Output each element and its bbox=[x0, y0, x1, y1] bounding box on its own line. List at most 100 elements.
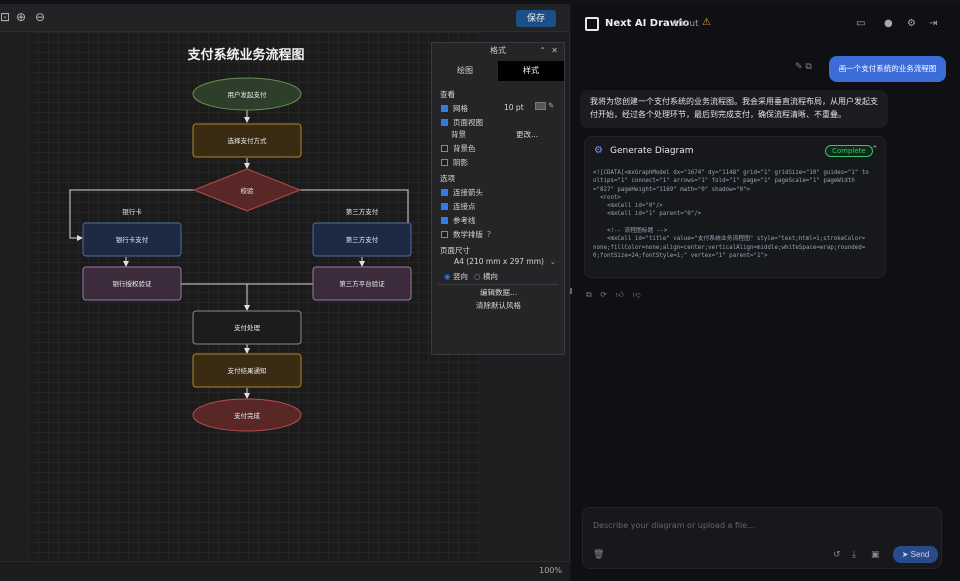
clear-default-style-button[interactable]: 清除默认风格 bbox=[476, 300, 521, 311]
node-third-auth-label: 第三方平台验证 bbox=[339, 279, 385, 288]
code-line: <mxCell id="1" parent="0"/> bbox=[593, 211, 702, 218]
copy-icon[interactable]: ⧉ bbox=[586, 290, 592, 299]
checkbox-math[interactable] bbox=[441, 231, 448, 238]
node-process[interactable]: 支付处理 bbox=[192, 310, 302, 345]
node-check[interactable]: 校验 bbox=[192, 168, 302, 212]
checkbox-guides[interactable] bbox=[441, 217, 448, 224]
node-process-label: 支付处理 bbox=[234, 323, 261, 332]
image-icon[interactable]: ▣ bbox=[871, 550, 880, 560]
download-icon[interactable]: ⤓ bbox=[852, 550, 856, 560]
node-third-party[interactable]: 第三方支付 bbox=[312, 222, 412, 257]
checkbox-grid[interactable] bbox=[441, 105, 448, 112]
tool-call-card: ⚙ Generate Diagram Complete ⌃ <![CDATA[<… bbox=[584, 136, 886, 278]
diagram-title[interactable]: 支付系统业务流程图 bbox=[186, 47, 304, 63]
node-done-label: 支付完成 bbox=[234, 411, 261, 420]
save-button[interactable]: 保存 bbox=[516, 10, 556, 27]
code-line: 0;fontSize=24;fontStyle=1;" vertex="1" p… bbox=[593, 252, 768, 259]
flowchart[interactable]: 支付系统业务流程图 银行卡 第三方支付 用户发起支付 选择支付方式 校验 银行卡… bbox=[28, 32, 480, 567]
code-line: <mxCell id="title" value="支付系统业务流程图" sty… bbox=[593, 236, 866, 243]
editor-status-bar: 100% bbox=[0, 561, 570, 581]
format-panel-header: 格式 ⌃ ✕ bbox=[432, 43, 564, 59]
connection-arrows-checkbox[interactable]: 连接箭头 bbox=[441, 187, 483, 198]
checkbox-page-view[interactable] bbox=[441, 119, 448, 126]
node-choose[interactable]: 选择支付方式 bbox=[192, 123, 302, 158]
about-link[interactable]: About bbox=[672, 19, 699, 29]
eyedropper-icon[interactable]: ✎ bbox=[548, 101, 554, 110]
checkbox-connection-arrows[interactable] bbox=[441, 189, 448, 196]
copy-icon[interactable]: ⧉ bbox=[805, 62, 811, 72]
trash-icon[interactable]: 🗑︎ bbox=[593, 550, 604, 560]
close-icon[interactable]: ✕ bbox=[551, 43, 558, 59]
tab-diagram[interactable]: 绘图 bbox=[432, 61, 498, 81]
checkbox-connection-points[interactable] bbox=[441, 203, 448, 210]
connection-points-checkbox[interactable]: 连接点 bbox=[441, 201, 476, 212]
gear-icon: ⚙ bbox=[594, 145, 603, 156]
code-line: <!-- 流程图标题 --> bbox=[593, 228, 668, 235]
code-block[interactable]: <![CDATA[<mxGraphModel dx="1674" dy="114… bbox=[593, 169, 877, 273]
tab-style[interactable]: 样式 bbox=[498, 61, 564, 81]
send-icon: ➤ bbox=[901, 550, 909, 559]
chat-input[interactable] bbox=[593, 518, 923, 532]
grid-color-swatch[interactable] bbox=[535, 102, 546, 110]
chevron-up-icon[interactable]: ⌃ bbox=[871, 145, 879, 155]
node-start[interactable]: 用户发起支付 bbox=[192, 77, 302, 111]
paper-size-select[interactable]: A4 (210 mm x 297 mm) ⌄ bbox=[454, 257, 556, 268]
node-notify[interactable]: 支付结果通知 bbox=[192, 353, 302, 388]
fit-icon[interactable]: ⊡ bbox=[0, 10, 12, 24]
node-bank-auth[interactable]: 银行授权验证 bbox=[82, 266, 182, 301]
node-bank-card[interactable]: 银行卡支付 bbox=[82, 222, 182, 257]
message-actions: ⧉ ⟳ 👍︎ 👎︎ bbox=[586, 290, 641, 300]
user-message-actions[interactable]: ✎ ⧉ bbox=[795, 62, 812, 72]
view-section-label: 查看 bbox=[440, 90, 455, 99]
send-button[interactable]: ➤ Send bbox=[893, 546, 938, 563]
portrait-radio[interactable]: ◉ 竖向 bbox=[444, 271, 468, 282]
zoom-out-icon[interactable]: ⊖ bbox=[33, 10, 47, 24]
chat-composer: 🗑︎ ↺ ⤓ ▣ ➤ Send bbox=[582, 507, 942, 569]
shadow-checkbox[interactable]: 阴影 bbox=[441, 157, 468, 168]
edge-label-bank: 银行卡 bbox=[122, 207, 142, 216]
assistant-message: 我将为您创建一个支付系统的业务流程图。我会采用垂直流程布局，从用户发起支付开始，… bbox=[580, 90, 888, 128]
feedback-icon[interactable]: ▭ bbox=[856, 18, 865, 29]
code-line: oltips="1" connect="1" arrows="1" fold="… bbox=[593, 178, 855, 185]
change-background-button[interactable]: 更改... bbox=[516, 129, 538, 140]
math-checkbox[interactable]: 数学排版? bbox=[441, 229, 491, 240]
node-third-auth[interactable]: 第三方平台验证 bbox=[312, 266, 412, 301]
grid-size-input[interactable]: 10 pt bbox=[504, 103, 524, 112]
page-view-checkbox[interactable]: 页面视图 bbox=[441, 117, 483, 128]
node-done[interactable]: 支付完成 bbox=[192, 398, 302, 432]
bg-color-label: 背景色 bbox=[453, 144, 476, 153]
node-check-label: 校验 bbox=[241, 186, 255, 195]
bg-color-checkbox[interactable]: 背景色 bbox=[441, 143, 476, 154]
checkbox-bg-color[interactable] bbox=[441, 145, 448, 152]
edit-icon[interactable]: ✎ bbox=[795, 62, 803, 72]
page-view-label: 页面视图 bbox=[453, 118, 483, 127]
github-icon[interactable]: ● bbox=[884, 18, 893, 29]
grid-label: 网格 bbox=[453, 104, 468, 113]
guides-checkbox[interactable]: 参考线 bbox=[441, 215, 476, 226]
thumbs-up-icon[interactable]: 👍︎ bbox=[616, 290, 624, 299]
regenerate-icon[interactable]: ⟳ bbox=[600, 290, 607, 299]
collapse-panel-icon[interactable]: ⇥ bbox=[929, 18, 937, 29]
landscape-radio[interactable]: ○ 横向 bbox=[474, 271, 498, 282]
checkbox-shadow[interactable] bbox=[441, 159, 448, 166]
tool-call-title: Generate Diagram bbox=[610, 146, 694, 156]
settings-icon[interactable]: ⚙ bbox=[907, 18, 916, 29]
grid-checkbox[interactable]: 网格 bbox=[441, 103, 468, 114]
help-icon[interactable]: ? bbox=[487, 230, 491, 239]
node-notify-label: 支付结果通知 bbox=[228, 366, 267, 375]
diagram-canvas[interactable]: 支付系统业务流程图 银行卡 第三方支付 用户发起支付 选择支付方式 校验 银行卡… bbox=[28, 32, 480, 567]
editor-toolbar: ⊡ ⊕ ⊖ 保存 bbox=[0, 4, 570, 32]
edge-label-third-party: 第三方支付 bbox=[346, 207, 379, 216]
warning-icon[interactable]: ⚠ bbox=[702, 17, 711, 28]
radio-selected-icon: ◉ bbox=[444, 272, 451, 281]
landscape-label: 横向 bbox=[482, 272, 498, 281]
zoom-in-icon[interactable]: ⊕ bbox=[14, 10, 28, 24]
history-icon[interactable]: ↺ bbox=[833, 550, 841, 560]
collapse-icon[interactable]: ⌃ bbox=[539, 43, 546, 59]
connection-points-label: 连接点 bbox=[453, 202, 476, 211]
shadow-label: 阴影 bbox=[453, 158, 468, 167]
edit-data-button[interactable]: 编辑数据... bbox=[480, 287, 517, 298]
zoom-level[interactable]: 100% bbox=[539, 566, 562, 575]
thumbs-down-icon[interactable]: 👎︎ bbox=[632, 290, 640, 299]
guides-label: 参考线 bbox=[453, 216, 476, 225]
